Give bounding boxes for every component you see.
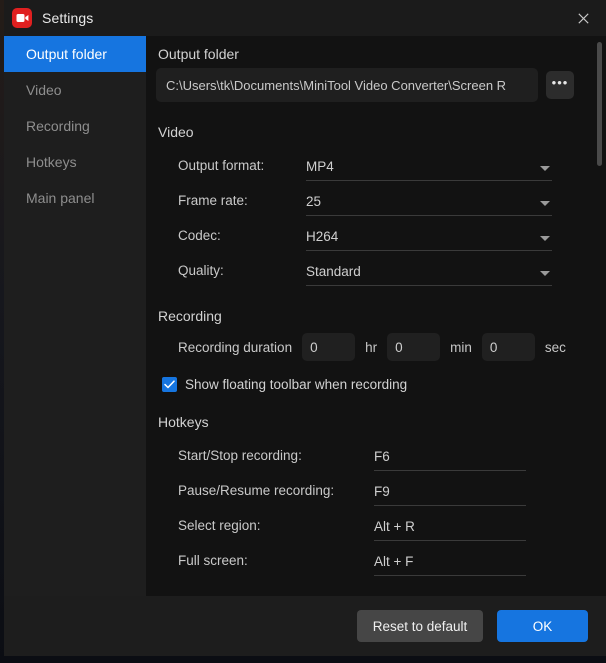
- sidebar-item-main-panel[interactable]: Main panel: [4, 180, 146, 216]
- hotkey-start-stop-label: Start/Stop recording:: [178, 448, 302, 463]
- scrollbar-thumb[interactable]: [597, 42, 602, 166]
- chevron-down-icon: [540, 201, 550, 206]
- output-format-label: Output format:: [178, 158, 265, 173]
- sidebar-item-output-folder[interactable]: Output folder: [4, 36, 146, 72]
- chevron-down-icon: [540, 271, 550, 276]
- hotkey-pause-resume-label: Pause/Resume recording:: [178, 483, 335, 498]
- frame-rate-value: 25: [306, 194, 322, 209]
- settings-content-scroll-area[interactable]: Output folder C:\Users\tk\Documents\Mini…: [146, 36, 606, 596]
- hotkey-full-screen-input[interactable]: Alt + F: [374, 554, 526, 576]
- field-row-frame-rate: Frame rate: 25: [156, 181, 606, 216]
- settings-sidebar: Output folder Video Recording Hotkeys Ma…: [4, 36, 146, 596]
- floating-toolbar-label: Show floating toolbar when recording: [185, 377, 408, 392]
- window-title: Settings: [42, 10, 94, 26]
- settings-window: Settings Output folder Video Recording H…: [4, 0, 606, 656]
- field-row-quality: Quality: Standard: [156, 251, 606, 286]
- duration-seconds-unit: sec: [544, 339, 566, 355]
- hotkey-full-screen-label: Full screen:: [178, 553, 248, 568]
- sidebar-item-label: Recording: [26, 118, 90, 134]
- section-heading-hotkeys: Hotkeys: [158, 414, 209, 430]
- chevron-down-icon: [540, 166, 550, 171]
- reset-to-default-button[interactable]: Reset to default: [357, 610, 483, 642]
- recording-duration-row: Recording duration 0 hr 0 min 0 sec: [156, 330, 606, 364]
- hotkey-select-region-input[interactable]: Alt + R: [374, 519, 526, 541]
- quality-value: Standard: [306, 264, 361, 279]
- duration-hours-unit: hr: [365, 339, 378, 355]
- sidebar-item-label: Main panel: [26, 190, 95, 206]
- checkmark-icon[interactable]: [162, 377, 177, 392]
- field-row-output-format: Output format: MP4: [156, 146, 606, 181]
- sidebar-item-label: Output folder: [26, 46, 107, 62]
- section-heading-output-folder: Output folder: [158, 46, 239, 62]
- frame-rate-label: Frame rate:: [178, 193, 248, 208]
- content-scrollbar[interactable]: [594, 36, 604, 596]
- hotkey-row-select-region: Select region: Alt + R: [156, 506, 606, 541]
- duration-seconds-input[interactable]: 0: [481, 333, 535, 361]
- duration-minutes-unit: min: [450, 339, 472, 355]
- recording-duration-label: Recording duration: [178, 339, 293, 355]
- dialog-footer: Reset to default OK: [4, 596, 606, 656]
- video-camera-icon: [12, 8, 32, 28]
- sidebar-item-label: Hotkeys: [26, 154, 77, 170]
- quality-label: Quality:: [178, 263, 224, 278]
- sidebar-item-label: Video: [26, 82, 62, 98]
- ok-button[interactable]: OK: [497, 610, 588, 642]
- hotkey-start-stop-input[interactable]: F6: [374, 449, 526, 471]
- title-bar: Settings: [4, 0, 606, 36]
- hotkey-row-start-stop: Start/Stop recording: F6: [156, 436, 606, 471]
- settings-content: Output folder C:\Users\tk\Documents\Mini…: [146, 36, 606, 596]
- hotkey-select-region-label: Select region:: [178, 518, 261, 533]
- codec-label: Codec:: [178, 228, 221, 243]
- output-format-select[interactable]: MP4: [306, 159, 552, 181]
- frame-rate-select[interactable]: 25: [306, 194, 552, 216]
- quality-select[interactable]: Standard: [306, 264, 552, 286]
- output-folder-row: C:\Users\tk\Documents\MiniTool Video Con…: [156, 68, 606, 102]
- codec-value: H264: [306, 229, 339, 244]
- chevron-down-icon: [540, 236, 550, 241]
- output-format-value: MP4: [306, 159, 334, 174]
- hotkey-row-pause-resume: Pause/Resume recording: F9: [156, 471, 606, 506]
- sidebar-item-video[interactable]: Video: [4, 72, 146, 108]
- hotkey-row-full-screen: Full screen: Alt + F: [156, 541, 606, 576]
- sidebar-item-hotkeys[interactable]: Hotkeys: [4, 144, 146, 180]
- hotkey-pause-resume-input[interactable]: F9: [374, 484, 526, 506]
- floating-toolbar-checkbox-row[interactable]: Show floating toolbar when recording: [156, 377, 606, 392]
- browse-folder-button[interactable]: •••: [546, 71, 574, 99]
- output-folder-path-input[interactable]: C:\Users\tk\Documents\MiniTool Video Con…: [156, 68, 538, 102]
- duration-minutes-input[interactable]: 0: [387, 333, 441, 361]
- duration-hours-input[interactable]: 0: [302, 333, 356, 361]
- section-heading-recording: Recording: [158, 308, 222, 324]
- window-body: Output folder Video Recording Hotkeys Ma…: [4, 36, 606, 596]
- sidebar-item-recording[interactable]: Recording: [4, 108, 146, 144]
- field-row-codec: Codec: H264: [156, 216, 606, 251]
- section-heading-video: Video: [158, 124, 194, 140]
- close-icon[interactable]: [560, 0, 606, 36]
- codec-select[interactable]: H264: [306, 229, 552, 251]
